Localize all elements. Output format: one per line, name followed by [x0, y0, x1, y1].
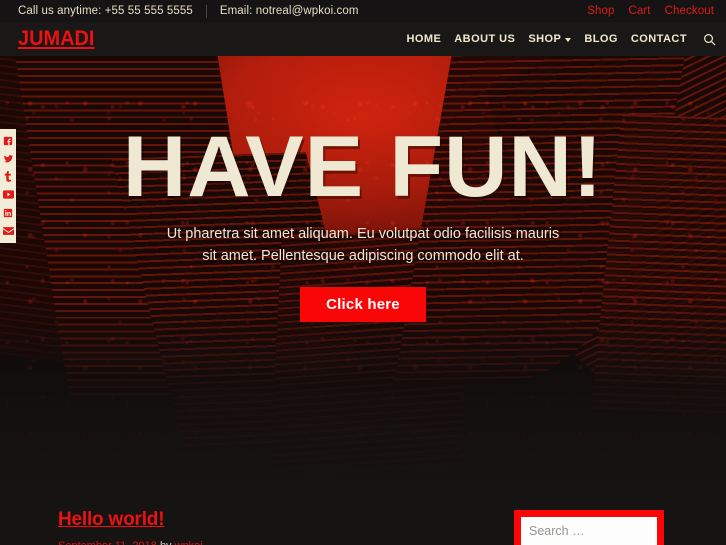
- topbar-contact-info: Call us anytime: +55 55 555 5555 Email: …: [18, 4, 359, 18]
- facebook-icon[interactable]: [3, 135, 14, 146]
- content-area: Hello world! September 11, 2018 by wpkoi: [0, 497, 726, 545]
- nav-item-home[interactable]: HOME: [406, 33, 441, 45]
- hero-content: HAVE FUN! Ut pharetra sit amet aliquam. …: [0, 56, 726, 323]
- hero-bottom-fade: [0, 297, 726, 497]
- sidebar-column: [514, 497, 726, 545]
- nav-label-blog: BLOG: [584, 33, 618, 45]
- search-input[interactable]: [521, 517, 657, 545]
- site-logo[interactable]: JUMADI: [18, 27, 94, 51]
- topbar-divider: [205, 4, 207, 18]
- nav-item-about-us[interactable]: ABOUT US: [454, 33, 515, 45]
- youtube-icon[interactable]: [2, 189, 14, 200]
- hero-subtitle: Ut pharetra sit amet aliquam. Eu volutpa…: [166, 226, 560, 265]
- post-by-label: by: [160, 540, 172, 545]
- post-author[interactable]: wpkoi: [175, 540, 203, 545]
- topbar-link-cart[interactable]: Cart: [628, 5, 650, 17]
- nav-label-about-us: ABOUT US: [454, 33, 516, 45]
- topbar-links: Shop Cart Checkout: [587, 5, 714, 17]
- phone-label: Call us anytime: +55 55 555 5555: [18, 5, 193, 17]
- site-header: JUMADI HOME ABOUT US SHOP BLOG CONTACT: [0, 22, 726, 56]
- nav-label-contact: CONTACT: [630, 33, 687, 45]
- nav-item-shop[interactable]: SHOP: [528, 33, 572, 45]
- hero-banner: HAVE FUN! Ut pharetra sit amet aliquam. …: [0, 56, 726, 497]
- chevron-down-icon: [565, 38, 572, 42]
- post-column: Hello world! September 11, 2018 by wpkoi: [0, 497, 514, 545]
- post-meta: September 11, 2018 by wpkoi: [58, 540, 514, 545]
- nav-item-contact[interactable]: CONTACT: [631, 33, 687, 45]
- post-date: September 11, 2018: [58, 540, 157, 545]
- nav-label-shop: SHOP: [528, 33, 562, 45]
- search-widget: [514, 510, 664, 545]
- email-icon[interactable]: [2, 225, 14, 236]
- hero-cta-button[interactable]: Click here: [300, 287, 426, 323]
- search-icon[interactable]: [703, 33, 716, 46]
- tumblr-icon[interactable]: [3, 171, 14, 182]
- email-label: Email: notreal@wpkoi.com: [219, 5, 359, 17]
- main-navigation: HOME ABOUT US SHOP BLOG CONTACT: [406, 33, 716, 46]
- nav-label-home: HOME: [406, 33, 442, 45]
- hero-title: HAVE FUN!: [122, 119, 604, 215]
- twitter-icon[interactable]: [3, 153, 14, 164]
- linkedin-icon[interactable]: [3, 207, 14, 218]
- nav-item-blog[interactable]: BLOG: [584, 33, 618, 45]
- topbar-link-shop[interactable]: Shop: [587, 5, 614, 17]
- post-title[interactable]: Hello world!: [58, 509, 165, 530]
- topbar-link-checkout[interactable]: Checkout: [665, 5, 714, 17]
- top-utility-bar: Call us anytime: +55 55 555 5555 Email: …: [0, 0, 726, 22]
- social-share-rail: [0, 129, 16, 243]
